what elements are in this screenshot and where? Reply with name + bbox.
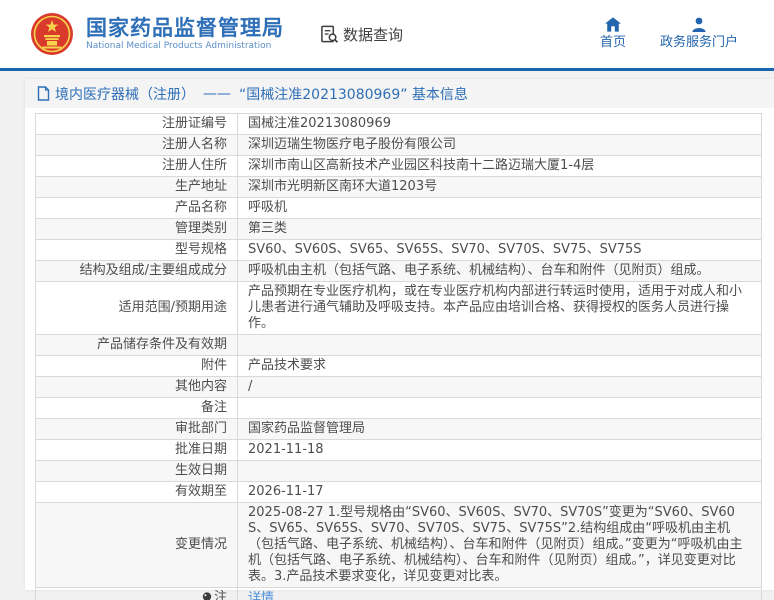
table-row: 备注 — [36, 398, 762, 419]
row-label: 备注 — [36, 398, 238, 419]
content-card: 境内医疗器械（注册） —— “国械注准20213080969” 基本信息 注册证… — [25, 79, 774, 590]
row-value: 详情 — [238, 588, 762, 600]
row-label: 型号规格 — [36, 240, 238, 261]
row-label: 产品名称 — [36, 198, 238, 219]
row-value — [238, 461, 762, 482]
row-label: 有效期至 — [36, 482, 238, 503]
row-label: 注册人住所 — [36, 156, 238, 177]
row-value: 产品预期在专业医疗机构，或在专业医疗机构内部进行转运时使用，适用于对成人和小儿患… — [238, 282, 762, 335]
row-value: 2026-11-17 — [238, 482, 762, 503]
row-label: 注 — [36, 588, 238, 600]
data-query-label: 数据查询 — [343, 24, 403, 45]
table-row: 有效期至 2026-11-17 — [36, 482, 762, 503]
table-row: 管理类别 第三类 — [36, 219, 762, 240]
nav-label-home: 首页 — [600, 35, 626, 51]
table-row: 产品储存条件及有效期 — [36, 335, 762, 356]
row-label: 其他内容 — [36, 377, 238, 398]
row-value: 国械注准20213080969 — [238, 114, 762, 135]
table-row: 生产地址 深圳市光明新区南环大道1203号 — [36, 177, 762, 198]
table-row: 生效日期 — [36, 461, 762, 482]
table-row: 其他内容 / — [36, 377, 762, 398]
nmpa-logo[interactable]: 国家药品监督管理局 National Medical Products Admi… — [30, 12, 284, 56]
breadcrumb-separator: —— — [203, 86, 231, 102]
row-value: 2025-08-27 1.型号规格由“SV60、SV60S、SV70、SV70S… — [238, 503, 762, 588]
row-value: 深圳市光明新区南环大道1203号 — [238, 177, 762, 198]
document-icon — [37, 86, 50, 101]
row-label: 审批部门 — [36, 419, 238, 440]
nav-item-portal[interactable]: 政务服务门户 — [660, 17, 738, 51]
nav-label-portal: 政务服务门户 — [660, 35, 738, 51]
row-label: 注册证编号 — [36, 114, 238, 135]
row-value: 第三类 — [238, 219, 762, 240]
national-emblem-icon — [30, 12, 74, 56]
row-value: 深圳市南山区高新技术产业园区科技南十二路迈瑞大厦1-4层 — [238, 156, 762, 177]
row-label: 批准日期 — [36, 440, 238, 461]
table-row: 型号规格 SV60、SV60S、SV65、SV65S、SV70、SV70S、SV… — [36, 240, 762, 261]
site-header: 国家药品监督管理局 National Medical Products Admi… — [0, 0, 774, 71]
row-label: 注册人名称 — [36, 135, 238, 156]
note-label: 注 — [214, 590, 227, 600]
row-value: 国家药品监督管理局 — [238, 419, 762, 440]
breadcrumb-section: 境内医疗器械（注册） — [55, 84, 195, 104]
row-value — [238, 335, 762, 356]
row-value: 呼吸机由主机（包括气路、电子系统、机械结构）、台车和附件（见附页）组成。 — [238, 261, 762, 282]
table-row: 注册人名称 深圳迈瑞生物医疗电子股份有限公司 — [36, 135, 762, 156]
row-value: / — [238, 377, 762, 398]
page-body: 境内医疗器械（注册） —— “国械注准20213080969” 基本信息 注册证… — [0, 71, 774, 597]
table-row-note: 注 详情 — [36, 588, 762, 600]
row-label: 适用范围/预期用途 — [36, 282, 238, 335]
document-search-icon — [320, 25, 339, 44]
row-value: 深圳迈瑞生物医疗电子股份有限公司 — [238, 135, 762, 156]
data-query-link[interactable]: 数据查询 — [320, 24, 403, 45]
table-row: 附件 产品技术要求 — [36, 356, 762, 377]
table-row: 注册人住所 深圳市南山区高新技术产业园区科技南十二路迈瑞大厦1-4层 — [36, 156, 762, 177]
person-icon — [691, 17, 707, 32]
table-row: 结构及组成/主要组成成分 呼吸机由主机（包括气路、电子系统、机械结构）、台车和附… — [36, 261, 762, 282]
home-icon — [605, 17, 621, 32]
org-name-cn: 国家药品监督管理局 — [86, 16, 284, 40]
info-table-wrap: 注册证编号 国械注准20213080969 注册人名称 深圳迈瑞生物医疗电子股份… — [25, 108, 774, 600]
row-label: 生产地址 — [36, 177, 238, 198]
row-value: 呼吸机 — [238, 198, 762, 219]
nav-item-home[interactable]: 首页 — [600, 17, 626, 51]
note-bulb-icon — [202, 592, 212, 600]
table-row: 产品名称 呼吸机 — [36, 198, 762, 219]
table-row: 适用范围/预期用途 产品预期在专业医疗机构，或在专业医疗机构内部进行转运时使用，… — [36, 282, 762, 335]
org-name-en: National Medical Products Administration — [86, 40, 284, 52]
row-label: 产品储存条件及有效期 — [36, 335, 238, 356]
row-label: 附件 — [36, 356, 238, 377]
row-label: 结构及组成/主要组成成分 — [36, 261, 238, 282]
detail-link[interactable]: 详情 — [248, 591, 274, 600]
table-row: 审批部门 国家药品监督管理局 — [36, 419, 762, 440]
row-value — [238, 398, 762, 419]
breadcrumb: 境内医疗器械（注册） —— “国械注准20213080969” 基本信息 — [25, 79, 774, 108]
table-row: 变更情况 2025-08-27 1.型号规格由“SV60、SV60S、SV70、… — [36, 503, 762, 588]
row-label: 变更情况 — [36, 503, 238, 588]
row-value: SV60、SV60S、SV65、SV65S、SV70、SV70S、SV75、SV… — [238, 240, 762, 261]
registration-info-table: 注册证编号 国械注准20213080969 注册人名称 深圳迈瑞生物医疗电子股份… — [35, 113, 762, 600]
row-label: 管理类别 — [36, 219, 238, 240]
table-row: 批准日期 2021-11-18 — [36, 440, 762, 461]
org-names: 国家药品监督管理局 National Medical Products Admi… — [86, 16, 284, 52]
row-value: 产品技术要求 — [238, 356, 762, 377]
row-value: 2021-11-18 — [238, 440, 762, 461]
row-label: 生效日期 — [36, 461, 238, 482]
breadcrumb-page-title: “国械注准20213080969” 基本信息 — [239, 84, 468, 104]
table-row: 注册证编号 国械注准20213080969 — [36, 114, 762, 135]
header-nav: 首页 政务服务门户 — [600, 17, 744, 51]
